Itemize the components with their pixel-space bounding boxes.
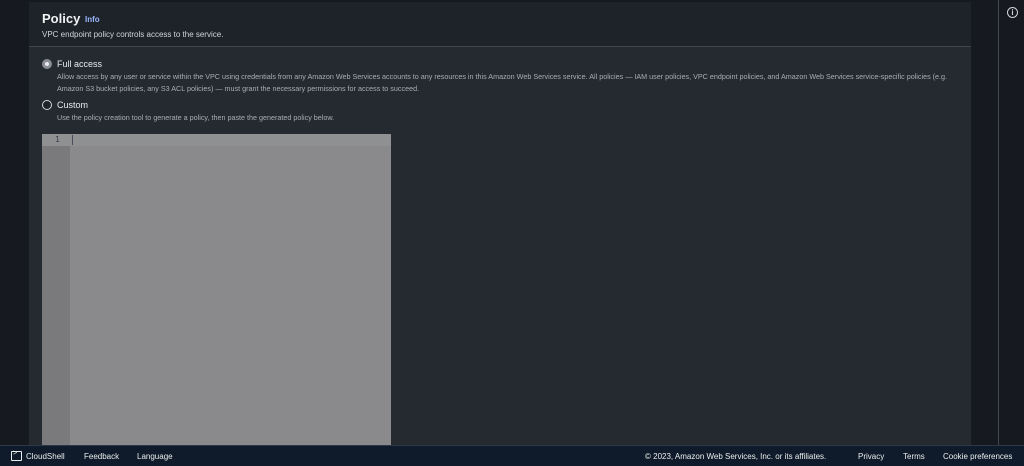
help-panel-rail [998, 0, 1024, 445]
policy-description: VPC endpoint policy controls access to t… [42, 30, 224, 39]
page-title: Policy [42, 11, 81, 26]
line-number: 1 [55, 135, 60, 144]
full-access-radio[interactable] [42, 59, 52, 69]
editor-gutter [42, 134, 70, 445]
cloudshell-link[interactable]: CloudShell [26, 452, 65, 461]
custom-label[interactable]: Custom [57, 100, 88, 110]
info-link[interactable]: Info [85, 15, 100, 24]
feedback-link[interactable]: Feedback [84, 452, 119, 461]
copyright-text: © 2023, Amazon Web Services, Inc. or its… [645, 452, 827, 461]
custom-radio[interactable] [42, 100, 52, 110]
cloudshell-icon[interactable] [11, 450, 22, 461]
terms-link[interactable]: Terms [903, 452, 925, 461]
policy-header [29, 2, 971, 47]
custom-description: Use the policy creation tool to generate… [57, 113, 335, 122]
policy-editor[interactable] [42, 134, 391, 445]
footer: CloudShell Feedback Language © 2023, Ama… [0, 445, 1024, 466]
privacy-link[interactable]: Privacy [858, 452, 884, 461]
active-line [42, 134, 391, 146]
cookie-preferences-link[interactable]: Cookie preferences [943, 452, 1012, 461]
editor-caret [72, 135, 73, 145]
language-link[interactable]: Language [137, 452, 173, 461]
full-access-description: Allow access by any user or service with… [57, 72, 948, 93]
full-access-label[interactable]: Full access [57, 59, 102, 69]
info-icon[interactable]: i [1007, 7, 1018, 18]
